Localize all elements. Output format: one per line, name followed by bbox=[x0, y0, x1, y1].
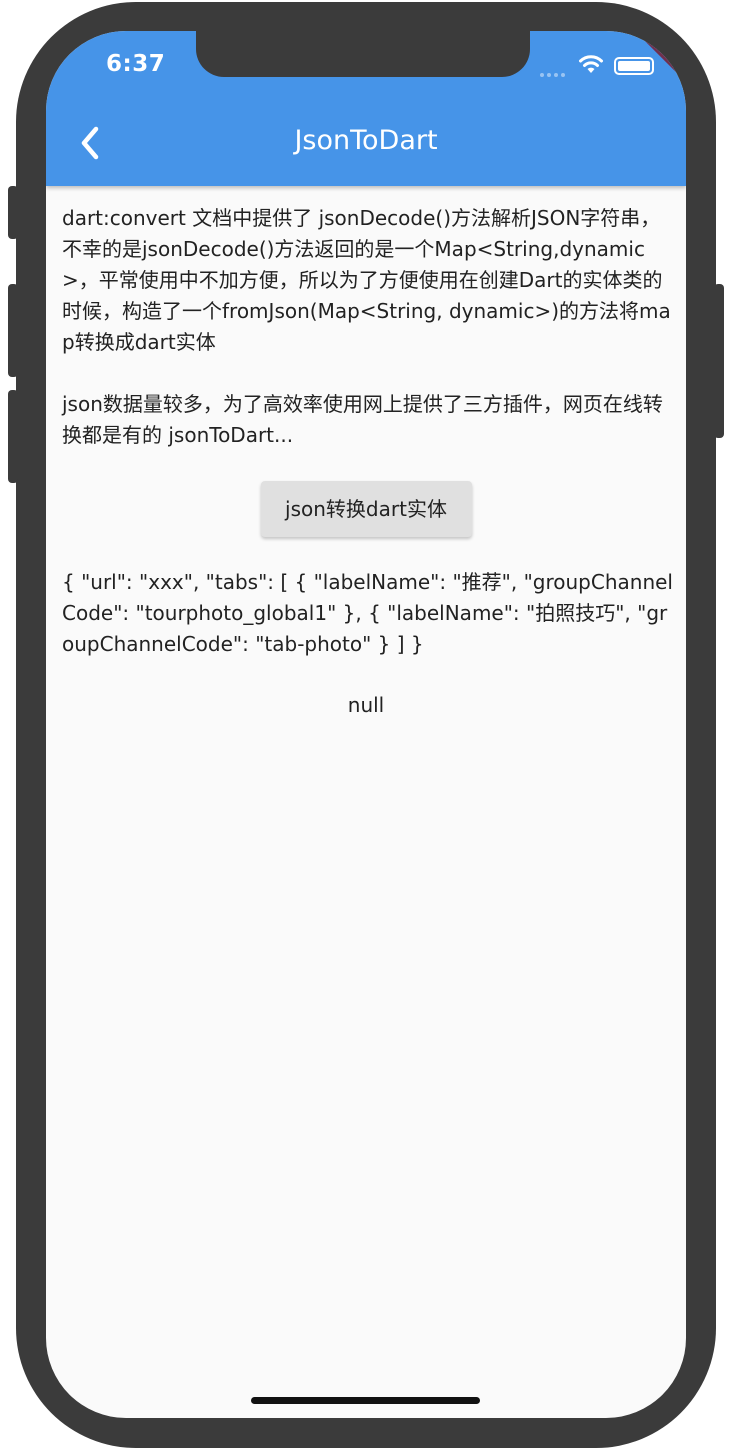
status-time: 6:37 bbox=[106, 51, 166, 77]
home-indicator[interactable] bbox=[251, 1397, 480, 1404]
signal-dots-icon bbox=[540, 73, 565, 77]
convert-button[interactable]: json转换dart实体 bbox=[260, 481, 472, 537]
main-content: dart:convert 文档中提供了 jsonDecode()方法解析JSON… bbox=[62, 203, 674, 721]
debug-banner: DEBUG bbox=[624, 31, 686, 120]
convert-button-label: json转换dart实体 bbox=[285, 496, 447, 521]
json-source-text: { "url": "xxx", "tabs": [ { "labelName":… bbox=[62, 570, 673, 656]
power-button bbox=[714, 284, 724, 438]
battery-icon bbox=[614, 57, 654, 75]
page-title: JsonToDart bbox=[294, 125, 438, 156]
phone-screen: 6:37 DEBUG JsonToDart dart:convert 文档中提供… bbox=[46, 31, 686, 1418]
description-paragraph: dart:convert 文档中提供了 jsonDecode()方法解析JSON… bbox=[62, 206, 671, 354]
phone-notch bbox=[196, 31, 530, 77]
mute-switch bbox=[8, 186, 18, 239]
plugin-paragraph: json数据量较多，为了高效率使用网上提供了三方插件，网页在线转换都是有的 js… bbox=[62, 392, 663, 447]
volume-down-button bbox=[8, 390, 18, 483]
wifi-icon bbox=[579, 55, 603, 73]
conversion-result: null bbox=[347, 693, 385, 717]
volume-up-button bbox=[8, 284, 18, 377]
